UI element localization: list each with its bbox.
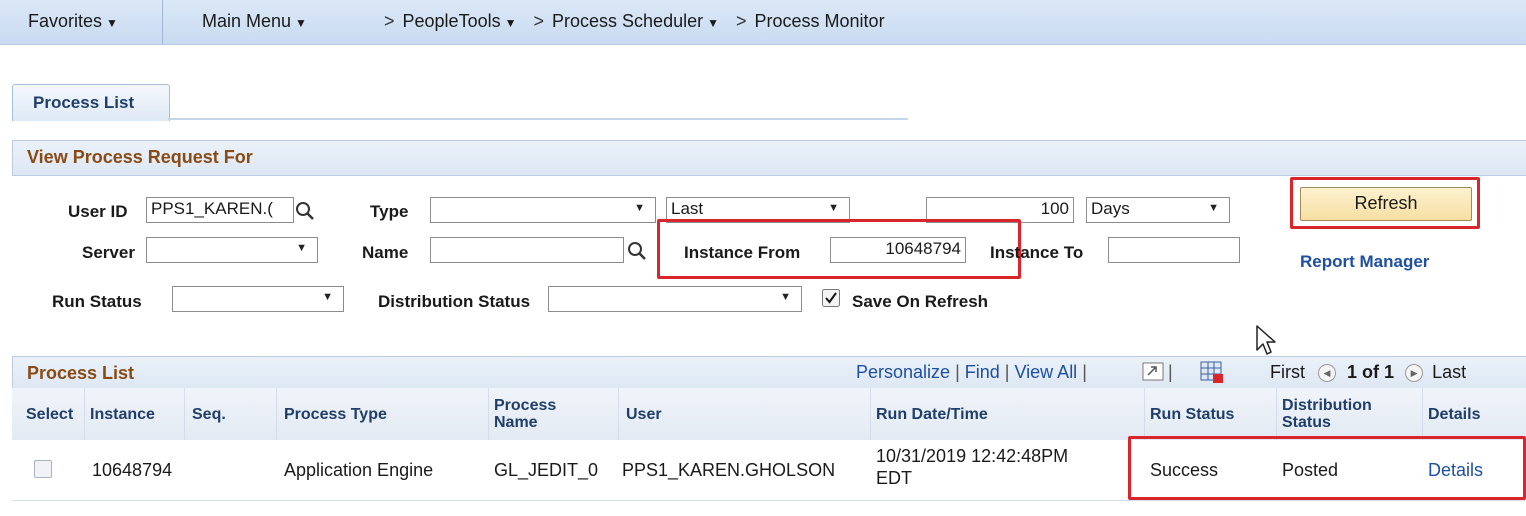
user-id-input[interactable]: PPS1_KAREN.( xyxy=(146,197,294,223)
server-label: Server xyxy=(82,243,135,262)
favorites-menu[interactable]: Favorites ▼ xyxy=(28,11,118,32)
chevron-down-icon: ▼ xyxy=(707,16,719,30)
type-label: Type xyxy=(370,202,409,221)
column-run-status[interactable]: Run Status xyxy=(1150,406,1234,423)
type-select[interactable]: ▼ xyxy=(430,197,656,223)
breadcrumb-peopletools[interactable]: PeopleTools xyxy=(403,11,501,31)
instance-to-label: Instance To xyxy=(990,243,1084,262)
row-process-name: GL_JEDIT_0 xyxy=(494,460,599,480)
column-details: Details xyxy=(1428,406,1481,423)
breadcrumb-arrow-icon: > xyxy=(533,11,545,31)
days-unit-select[interactable]: Days ▼ xyxy=(1086,197,1230,223)
column-user[interactable]: User xyxy=(626,406,662,423)
search-icon[interactable] xyxy=(294,200,316,222)
dropdown-arrow-icon: ▼ xyxy=(634,202,645,214)
run-status-select[interactable]: ▼ xyxy=(172,286,344,312)
grid-title: Process List xyxy=(27,363,135,383)
distribution-status-select[interactable]: ▼ xyxy=(548,286,802,312)
dropdown-arrow-icon: ▼ xyxy=(828,202,839,214)
column-instance[interactable]: Instance xyxy=(90,406,155,423)
view-all-link[interactable]: View All xyxy=(1014,362,1077,382)
user-id-label: User ID xyxy=(68,202,128,221)
search-icon[interactable] xyxy=(626,240,648,262)
last-label: Last xyxy=(1432,362,1467,382)
run-status-label: Run Status xyxy=(52,292,142,311)
chevron-down-icon: ▼ xyxy=(504,16,517,30)
main-menu[interactable]: Main Menu ▼ xyxy=(202,11,307,32)
favorites-label: Favorites xyxy=(28,11,103,31)
column-process-name[interactable]: Process Name xyxy=(494,397,584,431)
download-spreadsheet-icon[interactable] xyxy=(1200,360,1224,384)
name-input[interactable] xyxy=(430,237,624,263)
toolbar-separator: | xyxy=(1168,362,1173,382)
dropdown-arrow-icon: ▼ xyxy=(1208,202,1219,214)
days-unit-value: Days xyxy=(1091,199,1130,218)
dropdown-arrow-icon: ▼ xyxy=(780,291,791,303)
row-run-date: 10/31/2019 12:42:48PM xyxy=(876,446,1069,466)
column-select: Select xyxy=(26,406,74,423)
group-title: View Process Request For xyxy=(27,147,253,167)
column-run-date-time[interactable]: Run Date/Time xyxy=(876,406,988,423)
previous-page-icon[interactable]: ◀ xyxy=(1318,364,1337,383)
highlight-instance-from xyxy=(657,219,1021,279)
column-process-type[interactable]: Process Type xyxy=(284,406,387,423)
dropdown-arrow-icon: ▼ xyxy=(296,242,307,254)
breadcrumb: > PeopleTools ▼ > Process Scheduler ▼ > Proce… xyxy=(384,11,885,32)
name-label: Name xyxy=(362,243,409,262)
row-instance: 10648794 xyxy=(92,460,173,480)
mouse-cursor-icon xyxy=(1256,325,1276,355)
nav-divider xyxy=(162,0,163,44)
pagination: First ◀ 1 of 1 ▶ Last xyxy=(1270,362,1466,383)
find-link[interactable]: Find xyxy=(965,362,1000,382)
tab-process-list[interactable]: Process List xyxy=(12,84,170,121)
personalize-link[interactable]: Personalize xyxy=(856,362,950,382)
breadcrumb-arrow-icon: > xyxy=(384,11,395,31)
top-navigation-bar: Favorites ▼ Main Menu ▼ > PeopleTools ▼ > Pro… xyxy=(0,0,1526,45)
report-manager-link[interactable]: Report Manager xyxy=(1300,252,1429,272)
last-value: Last xyxy=(671,199,704,218)
server-select[interactable]: ▼ xyxy=(146,237,318,263)
row-run-timezone: EDT xyxy=(876,468,912,488)
main-menu-label: Main Menu xyxy=(202,11,292,31)
chevron-down-icon: ▼ xyxy=(295,16,307,30)
view-process-request-header: View Process Request For xyxy=(12,140,1526,176)
highlight-refresh xyxy=(1290,177,1480,229)
highlight-status-columns xyxy=(1128,436,1526,500)
page-indicator: 1 of 1 xyxy=(1347,362,1395,382)
breadcrumb-process-scheduler[interactable]: Process Scheduler xyxy=(552,11,703,31)
instance-to-input[interactable] xyxy=(1108,237,1240,263)
dropdown-arrow-icon: ▼ xyxy=(322,291,333,303)
row-select-checkbox[interactable] xyxy=(34,460,52,478)
breadcrumb-process-monitor: Process Monitor xyxy=(754,11,885,31)
tab-underline xyxy=(168,118,908,120)
save-on-refresh-checkbox[interactable] xyxy=(822,289,840,307)
column-distribution-status[interactable]: Distribution Status xyxy=(1282,397,1402,431)
tab-label: Process List xyxy=(33,93,135,112)
chevron-down-icon: ▼ xyxy=(106,16,118,30)
zoom-grid-icon[interactable] xyxy=(1142,362,1164,382)
save-on-refresh-label: Save On Refresh xyxy=(852,292,989,311)
distribution-status-label: Distribution Status xyxy=(378,292,531,311)
row-process-type: Application Engine xyxy=(284,460,434,480)
grid-toolbar: Personalize | Find | View All | xyxy=(856,362,1087,382)
next-page-icon[interactable]: ▶ xyxy=(1405,364,1424,383)
row-user: PPS1_KAREN.GHOLSON xyxy=(622,460,836,480)
first-label: First xyxy=(1270,362,1305,382)
breadcrumb-arrow-icon: > xyxy=(736,11,747,31)
column-seq[interactable]: Seq. xyxy=(192,406,226,423)
